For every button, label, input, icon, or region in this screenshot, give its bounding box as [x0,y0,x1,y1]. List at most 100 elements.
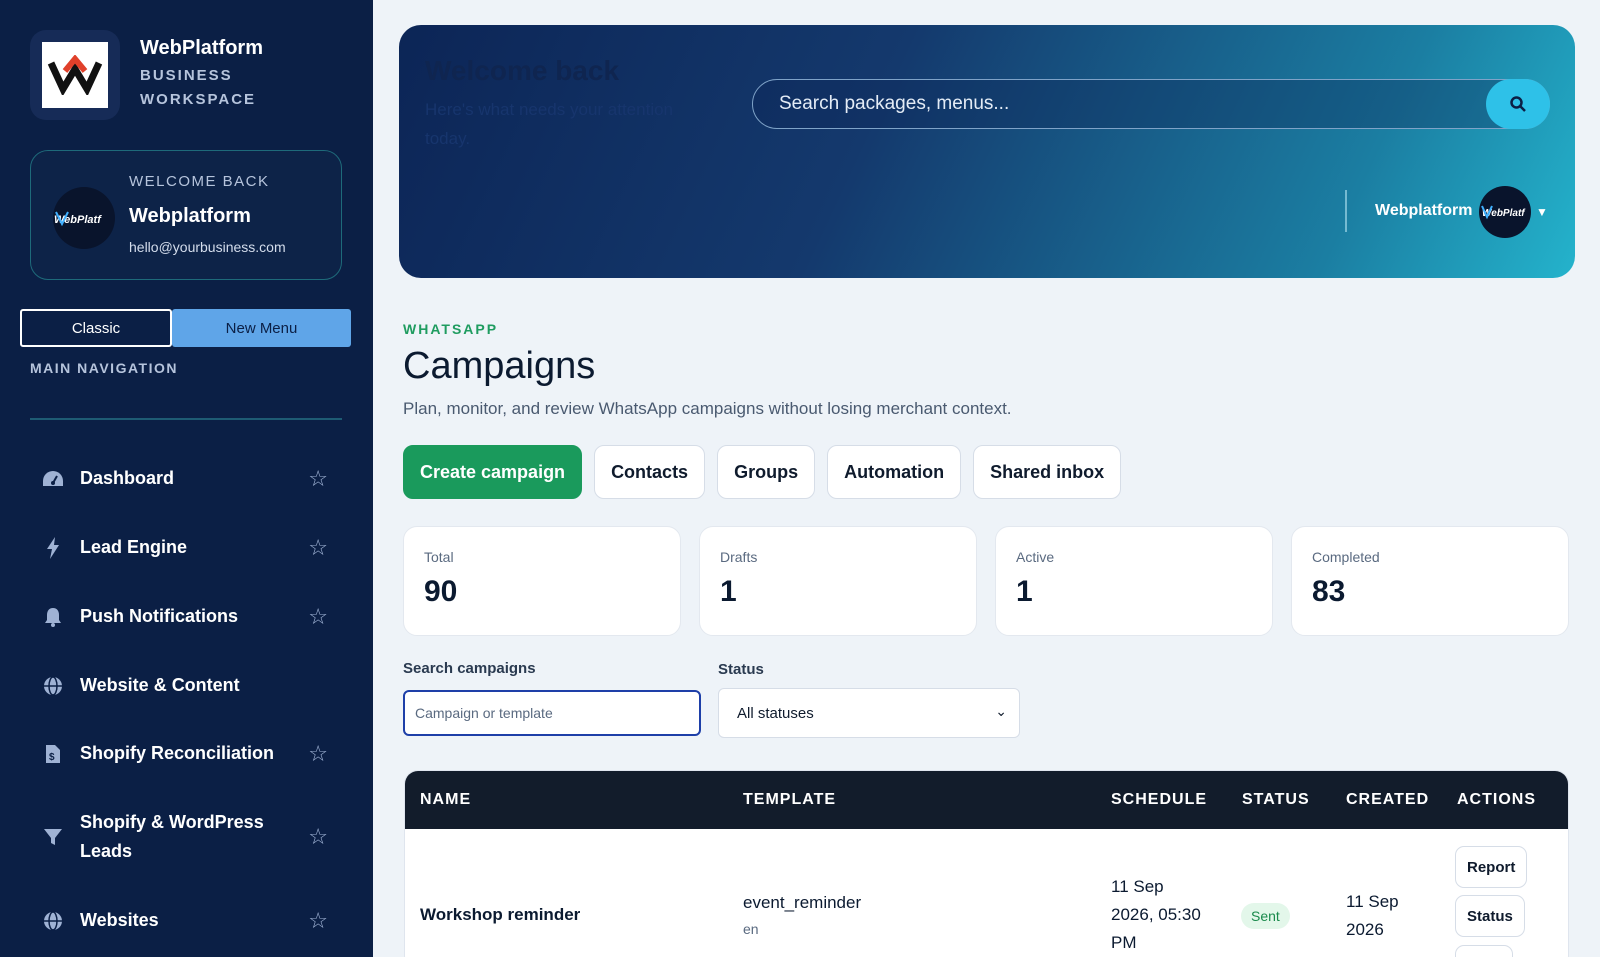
brand-logo-container [30,30,120,120]
search-campaigns-label: Search campaigns [403,660,536,677]
main-content: Welcome back Here's what needs your atte… [373,0,1600,957]
automation-button[interactable]: Automation [827,445,962,499]
column-header-name[interactable]: NAME [420,791,471,809]
sidebar-item-label: Website & Content [80,675,240,695]
stat-label: Completed [1312,549,1380,565]
search-input[interactable]: Search packages, menus... [779,93,1009,115]
sidebar-item-dashboard[interactable]: Dashboard ☆ [40,464,340,493]
sidebar-item-label: Shopify & WordPress Leads [80,812,264,861]
campaign-name[interactable]: Workshop reminder [420,901,580,929]
campaign-schedule: PM [1111,933,1137,952]
stat-label: Active [1016,549,1055,565]
table-header: NAME TEMPLATE SCHEDULE STATUS CREATED AC… [405,771,1568,829]
column-header-created[interactable]: CREATED [1346,791,1429,809]
sidebar-item-label: Push Notifications [80,606,239,626]
brand-name: WebPlatform [140,37,263,59]
sidebar-item-lead-engine[interactable]: Lead Engine ☆ [40,533,340,562]
sidebar-item-shopify-reconciliation[interactable]: $ Shopify Reconciliation ☆ [40,739,340,768]
avatar: WebPlatf [53,187,115,249]
star-icon[interactable]: ☆ [308,535,328,561]
star-icon[interactable]: ☆ [308,908,328,934]
chevron-down-icon: ⌄ [995,703,1007,719]
new-menu-button[interactable]: New Menu [172,309,351,347]
brand[interactable]: WebPlatform BUSINESS WORKSPACE [30,30,270,120]
stat-value: 1 [720,575,737,608]
campaign-language: en [743,921,759,937]
campaign-created: 2026 [1346,920,1384,939]
sidebar-item-label: Websites [80,910,159,930]
stat-card-drafts: Drafts 1 [699,526,977,636]
status-button[interactable]: Status [1455,895,1525,937]
hero-title: Welcome back [425,55,620,86]
welcome-label: WELCOME BACK [129,173,270,190]
column-header-actions: ACTIONS [1457,791,1536,808]
column-header-status[interactable]: STATUS [1242,791,1310,809]
hero-divider [1345,190,1347,232]
search-icon [1510,96,1526,112]
sidebar-item-website-content[interactable]: Website & Content [40,671,340,700]
globe-icon [40,908,66,934]
star-icon[interactable]: ☆ [308,741,328,767]
sidebar-item-label: Lead Engine [80,537,188,557]
create-campaign-button[interactable]: Create campaign [403,445,583,499]
file-dollar-icon: $ [40,741,66,767]
gauge-icon [40,466,66,492]
sidebar-item-websites[interactable]: Websites ☆ [40,906,340,935]
user-name[interactable]: Webplatform [1375,202,1472,220]
user-avatar[interactable]: WebPlatf [1479,186,1531,238]
stat-label: Drafts [720,549,758,565]
welcome-card: WebPlatf WELCOME BACK Webplatform hello@… [30,150,342,280]
brand-subtitle: BUSINESS WORKSPACE [140,67,257,108]
campaign-schedule: 2026, 05:30 [1111,905,1201,924]
campaigns-table: NAME TEMPLATE SCHEDULE STATUS CREATED AC… [404,770,1569,957]
hero-banner: Welcome back Here's what needs your atte… [399,25,1575,278]
status-badge: Sent [1241,903,1290,929]
report-button[interactable]: Report [1455,846,1528,888]
contacts-button[interactable]: Contacts [594,445,706,499]
stats-row: Total 90 Drafts 1 Active 1 Completed 83 [403,526,1569,636]
stat-value: 90 [424,575,458,608]
chevron-down-icon[interactable]: ▼ [1536,205,1548,219]
more-action-button[interactable] [1455,945,1513,957]
campaign-created: 11 Sep [1346,892,1399,911]
sidebar-item-shopify-wordpress-leads[interactable]: Shopify & WordPress Leads ☆ [40,808,340,866]
stat-value: 83 [1312,575,1346,608]
action-bar: Create campaign Contacts Groups Automati… [403,445,1122,499]
sidebar-item-push-notifications[interactable]: Push Notifications ☆ [40,602,340,631]
filter-icon [40,824,66,850]
star-icon[interactable]: ☆ [308,466,328,492]
stat-value: 1 [1016,575,1033,608]
status-select[interactable]: All statuses ⌄ [718,688,1020,738]
svg-text:$: $ [49,752,55,763]
global-search[interactable]: Search packages, menus... [752,79,1550,129]
page-description: Plan, monitor, and review WhatsApp campa… [403,399,1012,418]
sidebar: WebPlatform BUSINESS WORKSPACE WebPlatf … [0,0,373,957]
stat-card-total: Total 90 [403,526,681,636]
campaign-template: event_reminder [743,893,862,912]
page-title: Campaigns [403,345,596,387]
classic-menu-button[interactable]: Classic [20,309,172,347]
shared-inbox-button[interactable]: Shared inbox [973,445,1122,499]
globe-icon [40,673,66,699]
campaign-search-input[interactable]: Campaign or template [403,690,701,736]
stat-card-completed: Completed 83 [1291,526,1569,636]
groups-button[interactable]: Groups [717,445,816,499]
star-icon[interactable]: ☆ [308,604,328,630]
sidebar-item-label: Shopify Reconciliation [80,743,275,763]
welcome-name: Webplatform [129,205,251,227]
welcome-email: hello@yourbusiness.com [129,239,286,255]
menu-toggle: Classic New Menu [20,309,351,347]
bolt-icon [40,535,66,561]
star-icon[interactable]: ☆ [308,824,328,850]
column-header-schedule[interactable]: SCHEDULE [1111,791,1207,809]
search-button[interactable] [1486,79,1550,129]
column-header-template[interactable]: TEMPLATE [743,791,836,809]
brand-logo [42,42,108,108]
page-eyebrow: WHATSAPP [403,321,499,337]
stat-card-active: Active 1 [995,526,1273,636]
status-select-value: All statuses [737,705,814,722]
main-navigation-label: MAIN NAVIGATION [30,360,178,376]
hero-subtitle: Here's what needs your attention today. [425,100,674,148]
search-placeholder: Campaign or template [415,705,553,721]
bell-icon [40,604,66,630]
